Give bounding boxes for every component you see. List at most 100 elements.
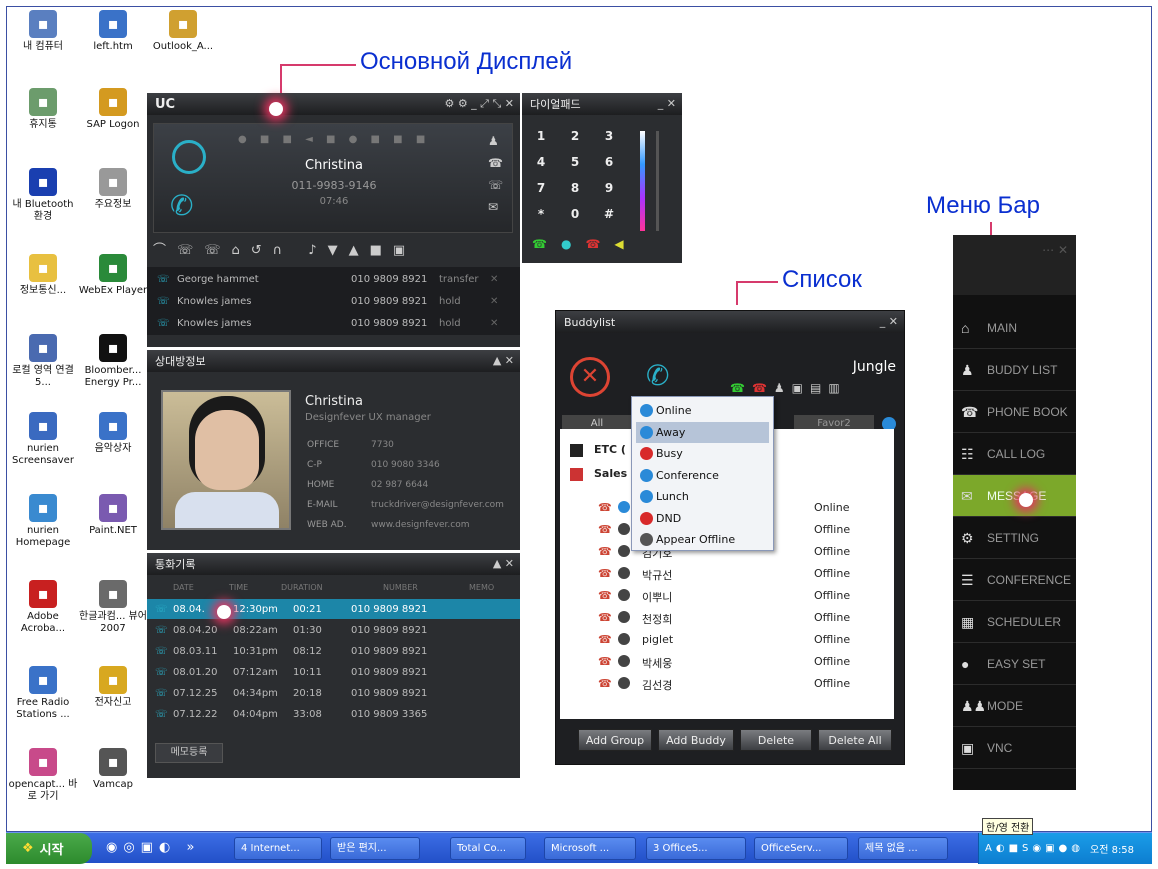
- status-menu-item[interactable]: Lunch: [636, 486, 769, 507]
- desktop-icon[interactable]: ▪ Adobe Acroba...: [8, 580, 78, 635]
- window-controls-icon[interactable]: _ ✕: [880, 315, 898, 328]
- memo-button[interactable]: 메모등록: [155, 743, 223, 763]
- desktop-icon[interactable]: ▪ 음악상자: [78, 412, 148, 455]
- close-icon[interactable]: ✕: [490, 274, 498, 285]
- desktop-icon[interactable]: ▪ left.htm: [78, 10, 148, 53]
- window-controls-icon[interactable]: _ ✕: [658, 97, 676, 110]
- desktop-icon[interactable]: ▪ opencapt... 바로 가기: [8, 748, 78, 803]
- buddy-button[interactable]: Add Group: [578, 729, 652, 751]
- taskbar-item[interactable]: Total Co...: [450, 837, 526, 860]
- taskbar-item[interactable]: 3 OfficeS...: [646, 837, 746, 860]
- desktop-icon[interactable]: ▪ Outlook_A...: [148, 10, 218, 53]
- history-row[interactable]: ☏ 07.12.25 04:34pm 20:18 010 9809 8921: [147, 683, 520, 703]
- dialpad-key[interactable]: 2: [564, 129, 586, 143]
- menu-item[interactable]: ☷ CALL LOG: [953, 433, 1076, 475]
- menu-item[interactable]: ☎ PHONE BOOK: [953, 391, 1076, 433]
- dialpad-key[interactable]: 4: [530, 155, 552, 169]
- volume-slider[interactable]: [656, 131, 659, 231]
- dialpad-key[interactable]: 6: [598, 155, 620, 169]
- status-menu-item[interactable]: Online: [636, 400, 769, 421]
- desktop-icon[interactable]: ▪ Paint.NET: [78, 494, 148, 537]
- menu-item[interactable]: ♟♟ MODE: [953, 685, 1076, 727]
- desktop-icon[interactable]: ▪ 주요정보: [78, 168, 148, 211]
- taskbar-item[interactable]: 4 Internet...: [234, 837, 322, 860]
- dialpad-key[interactable]: 5: [564, 155, 586, 169]
- dialpad-key[interactable]: #: [598, 207, 620, 221]
- buddy-row[interactable]: ☎ 박세웅 Offline: [560, 651, 894, 673]
- taskbar-item[interactable]: 제목 없음 ...: [858, 837, 948, 860]
- history-row[interactable]: ☏ 07.12.22 04:04pm 33:08 010 9809 3365: [147, 704, 520, 724]
- text-file-icon: ▪: [99, 168, 127, 196]
- desktop-icon[interactable]: ▪ 내 Bluetooth 환경: [8, 168, 78, 223]
- window-controls-icon[interactable]: ⋯ ✕: [953, 235, 1076, 295]
- taskbar-item[interactable]: 받은 편지...: [330, 837, 420, 860]
- window-controls-icon[interactable]: ▲ ✕: [493, 354, 514, 367]
- menu-item[interactable]: ● EASY SET: [953, 643, 1076, 685]
- call-control-icons[interactable]: ⌒☏☏⌂↺∩ ♪▼▲■▣: [153, 239, 513, 261]
- dialpad-key[interactable]: 0: [564, 207, 586, 221]
- dialpad-key[interactable]: 7: [530, 181, 552, 195]
- taskbar-item[interactable]: Microsoft ...: [544, 837, 636, 860]
- menu-item[interactable]: ⚙ SETTING: [953, 517, 1076, 559]
- desktop-icon[interactable]: ▪ 전자신고: [78, 666, 148, 709]
- buddy-row[interactable]: ☎ 박규선 Offline: [560, 563, 894, 585]
- volume-slider[interactable]: [640, 131, 645, 231]
- menu-item[interactable]: ▦ SCHEDULER: [953, 601, 1076, 643]
- close-icon[interactable]: ✕: [490, 296, 498, 307]
- window-controls-icon[interactable]: ▲ ✕: [493, 557, 514, 570]
- desktop-icon[interactable]: ▪ 휴지통: [8, 88, 78, 131]
- dialpad-key[interactable]: 8: [564, 181, 586, 195]
- desktop-icon[interactable]: ▪ 로컬 영역 연결 5...: [8, 334, 78, 389]
- history-row[interactable]: ☏ 08.04.20 08:22am 01:30 010 9809 8921: [147, 620, 520, 640]
- buddy-row[interactable]: ☎ piglet Offline: [560, 629, 894, 651]
- menu-item[interactable]: ▣ VNC: [953, 727, 1076, 769]
- start-button[interactable]: ❖ 시작: [6, 833, 92, 864]
- buddy-button[interactable]: Delete: [740, 729, 812, 751]
- status-menu-item[interactable]: Busy: [636, 443, 769, 464]
- history-row[interactable]: ☏ 08.03.11 10:31pm 08:12 010 9809 8921: [147, 641, 520, 661]
- desktop-icon[interactable]: ▪ Vamcap: [78, 748, 148, 791]
- desktop-icon[interactable]: ▪ 한글과컴... 뷰어 2007: [78, 580, 148, 635]
- dialpad-key[interactable]: 1: [530, 129, 552, 143]
- history-row[interactable]: ☏ 08.01.20 07:12am 10:11 010 9809 8921: [147, 662, 520, 682]
- tray-icons[interactable]: A◐■S◉▣●◍: [985, 843, 1084, 854]
- desktop-icon[interactable]: ▪ 정보통신...: [8, 254, 78, 297]
- side-buttons[interactable]: ♟ ☎ ☏ ✉: [488, 130, 504, 218]
- taskbar-item[interactable]: OfficeServ...: [754, 837, 848, 860]
- window-controls-icon[interactable]: ⚙ ⚙ _ ⤢ ⤡ ✕: [444, 97, 514, 111]
- desktop-icon[interactable]: ▪ nurien Screensaver: [8, 412, 78, 467]
- buddy-row[interactable]: ☎ 김선경 Offline: [560, 673, 894, 695]
- status-menu-item[interactable]: Appear Offline: [636, 529, 769, 550]
- close-icon[interactable]: ✕: [490, 318, 498, 329]
- toolbar-icons[interactable]: ● ■ ■ ◄ ■ ● ■ ■ ■: [238, 134, 430, 145]
- status-busy-icon[interactable]: ✕: [570, 357, 610, 397]
- desktop-icon[interactable]: ▪ Free Radio Stations ...: [8, 666, 78, 721]
- status-menu-item[interactable]: DND: [636, 508, 769, 529]
- dialpad-call-buttons[interactable]: ☎●☎◀: [532, 237, 638, 251]
- menu-item[interactable]: ☰ CONFERENCE: [953, 559, 1076, 601]
- quick-launch-icons[interactable]: ◉◎▣◐ »: [106, 840, 200, 855]
- buddy-row[interactable]: ☎ 이뿌니 Offline: [560, 585, 894, 607]
- dialpad-key[interactable]: *: [530, 207, 552, 221]
- desktop-icon[interactable]: ▪ Bloomber... Energy Pr...: [78, 334, 148, 389]
- buddy-button[interactable]: Delete All: [818, 729, 892, 751]
- call-row[interactable]: ☏ George hammet 010 9809 8921 transfer ✕: [147, 269, 520, 289]
- dialpad-key[interactable]: 3: [598, 129, 620, 143]
- buddy-row[interactable]: ☎ 천정희 Offline: [560, 607, 894, 629]
- dialpad-key[interactable]: 9: [598, 181, 620, 195]
- buddy-toolbar-icons[interactable]: ☎☎♟▣▤▥: [730, 381, 847, 395]
- status-menu-item[interactable]: Conference: [636, 465, 769, 486]
- menu-item[interactable]: ✉ MESSAGE: [953, 475, 1076, 517]
- status-menu-item[interactable]: Away: [636, 421, 769, 443]
- history-row[interactable]: ☏ 08.04. 12:30pm 00:21 010 9809 8921: [147, 599, 520, 619]
- call-row[interactable]: ☏ Knowles james 010 9809 8921 hold ✕: [147, 291, 520, 311]
- buddy-name: 박세웅: [642, 657, 673, 670]
- desktop-icon[interactable]: ▪ nurien Homepage: [8, 494, 78, 549]
- menu-item[interactable]: ♟ BUDDY LIST: [953, 349, 1076, 391]
- buddy-button[interactable]: Add Buddy: [658, 729, 734, 751]
- menu-item[interactable]: ⌂ MAIN: [953, 307, 1076, 349]
- call-row[interactable]: ☏ Knowles james 010 9809 8921 hold ✕: [147, 313, 520, 333]
- desktop-icon[interactable]: ▪ WebEx Player: [78, 254, 148, 297]
- desktop-icon[interactable]: ▪ SAP Logon: [78, 88, 148, 131]
- desktop-icon[interactable]: ▪ 내 컴퓨터: [8, 10, 78, 53]
